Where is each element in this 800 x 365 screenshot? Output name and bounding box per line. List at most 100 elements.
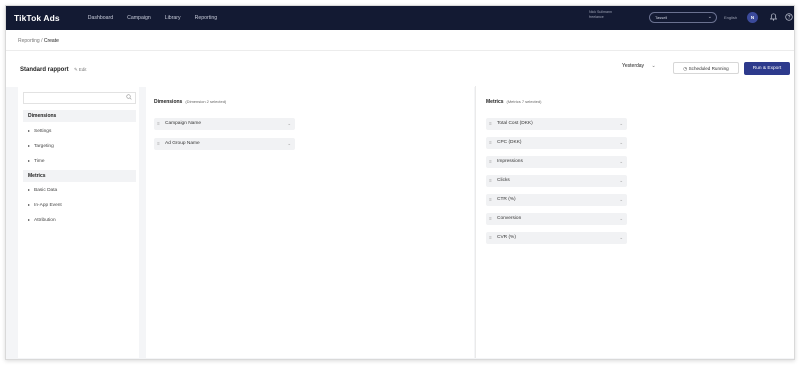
dimension-chip-label: Campaign Name xyxy=(165,121,201,126)
chevron-down-icon[interactable]: ⌄ xyxy=(619,175,623,187)
sidebar-item-label: In-App Event xyxy=(34,203,62,208)
metrics-panel-heading: Metrics xyxy=(486,99,504,105)
metric-chip[interactable]: ≡ CTR (%) ⌄ xyxy=(486,194,627,206)
chevron-down-icon[interactable]: ⌄ xyxy=(619,156,623,168)
metrics-count: (Metrics 7 selected) xyxy=(506,99,542,104)
caret-right-icon: ▸ xyxy=(28,202,31,207)
sidebar-item-targeting[interactable]: ▸ Targeting xyxy=(28,143,54,149)
metric-chip[interactable]: ≡ CPC (DKK) ⌄ xyxy=(486,137,627,149)
drag-handle-icon[interactable]: ≡ xyxy=(157,138,160,150)
metrics-panel: Metrics (Metrics 7 selected) ≡ Total Cost … xyxy=(475,86,794,358)
dimensions-panel-title: Dimensions (Dimension 2 selected) xyxy=(154,99,226,105)
drag-handle-icon[interactable]: ≡ xyxy=(489,137,492,149)
chevron-down-icon[interactable]: ⌄ xyxy=(619,137,623,149)
dimensions-heading: Dimensions xyxy=(23,110,136,122)
drag-handle-icon[interactable]: ≡ xyxy=(489,232,492,244)
sidebar-item-label: Targeting xyxy=(34,144,54,149)
account-selector[interactable]: Tassell ⌄ xyxy=(649,12,717,23)
chevron-down-icon[interactable]: ⌄ xyxy=(287,118,291,130)
nav-link-library[interactable]: Library xyxy=(165,15,181,21)
caret-right-icon: ▸ xyxy=(28,143,31,148)
nav-link-campaign[interactable]: Campaign xyxy=(127,15,151,21)
chevron-down-icon: ⌄ xyxy=(651,63,656,69)
date-range-selector[interactable]: Yesterday ⌄ xyxy=(622,63,656,69)
dimension-chip[interactable]: ≡ Campaign Name ⌄ xyxy=(154,118,295,130)
drag-handle-icon[interactable]: ≡ xyxy=(489,156,492,168)
sidebar-item-time[interactable]: ▸ Time xyxy=(28,158,45,164)
field-search-input[interactable] xyxy=(23,92,136,104)
breadcrumb-separator: / xyxy=(41,38,43,44)
metric-chip[interactable]: ≡ Impressions ⌄ xyxy=(486,156,627,168)
dimension-chip[interactable]: ≡ Ad Group Name ⌄ xyxy=(154,138,295,150)
bell-icon[interactable] xyxy=(769,13,778,25)
chevron-down-icon[interactable]: ⌄ xyxy=(619,232,623,244)
sidebar-item-settings[interactable]: ▸ Settings xyxy=(28,128,51,134)
edit-title-button[interactable]: ✎ Edit xyxy=(74,67,87,73)
date-range-value: Yesterday xyxy=(622,63,645,69)
dimension-chip-label: Ad Group Name xyxy=(165,141,200,146)
breadcrumb-reporting[interactable]: Reporting xyxy=(18,38,40,44)
drag-handle-icon[interactable]: ≡ xyxy=(489,194,492,206)
dimensions-panel: Dimensions (Dimension 2 selected) ≡ Campa… xyxy=(146,86,474,358)
sidebar-item-in-app-event[interactable]: ▸ In-App Event xyxy=(28,202,62,208)
metric-chip-label: CPC (DKK) xyxy=(497,140,522,145)
drag-handle-icon[interactable]: ≡ xyxy=(489,213,492,225)
account-selector-value: Tassell xyxy=(655,15,668,20)
report-header: Standard rapport ✎ Edit Yesterday ⌄ ◷ Sc… xyxy=(6,51,794,87)
metric-chip[interactable]: ≡ CVR (%) ⌄ xyxy=(486,232,627,244)
scheduled-running-label: Scheduled Running xyxy=(688,66,729,71)
metric-chip-label: Impressions xyxy=(497,159,523,164)
top-navigation: TikTok Ads Dashboard Campaign Library Re… xyxy=(6,6,794,30)
metric-chip[interactable]: ≡ Conversion ⌄ xyxy=(486,213,627,225)
sidebar-item-label: Attribution xyxy=(34,218,56,223)
chevron-down-icon: ⌄ xyxy=(707,14,712,20)
tiktok-ads-logo[interactable]: TikTok Ads xyxy=(14,13,60,23)
avatar[interactable]: N xyxy=(747,12,758,23)
caret-right-icon: ▸ xyxy=(28,158,31,163)
chevron-down-icon[interactable]: ⌄ xyxy=(619,213,623,225)
field-sidebar: Dimensions ▸ Settings ▸ Targeting ▸ Time Me… xyxy=(18,86,139,358)
pencil-icon: ✎ xyxy=(74,67,78,72)
metric-chip-label: Conversion xyxy=(497,216,522,221)
nav-links: Dashboard Campaign Library Reporting xyxy=(88,15,231,21)
app-window: TikTok Ads Dashboard Campaign Library Re… xyxy=(5,5,795,360)
drag-handle-icon[interactable]: ≡ xyxy=(489,175,492,187)
caret-right-icon: ▸ xyxy=(28,187,31,192)
chevron-down-icon[interactable]: ⌄ xyxy=(619,118,623,130)
drag-handle-icon[interactable]: ≡ xyxy=(157,118,160,130)
metric-chip-label: CTR (%) xyxy=(497,197,516,202)
scheduled-running-button[interactable]: ◷ Scheduled Running xyxy=(673,62,739,74)
help-icon[interactable] xyxy=(785,13,793,25)
chevron-down-icon[interactable]: ⌄ xyxy=(619,194,623,206)
sidebar-item-basic-data[interactable]: ▸ Basic Data xyxy=(28,187,57,193)
metric-chip[interactable]: ≡ Total Cost (DKK) ⌄ xyxy=(486,118,627,130)
account-subtitle: freelance xyxy=(589,15,604,19)
nav-link-reporting[interactable]: Reporting xyxy=(195,15,218,21)
breadcrumb-bar: Reporting / Create xyxy=(6,30,794,51)
caret-right-icon: ▸ xyxy=(28,217,31,222)
language-selector[interactable]: English xyxy=(724,15,737,20)
drag-handle-icon[interactable]: ≡ xyxy=(489,118,492,130)
dimensions-panel-heading: Dimensions xyxy=(154,99,183,105)
nav-link-dashboard[interactable]: Dashboard xyxy=(88,15,113,21)
breadcrumb-current: Create xyxy=(43,38,59,44)
sidebar-item-label: Settings xyxy=(34,129,52,134)
search-icon xyxy=(126,94,132,102)
metric-chip-label: Clicks xyxy=(497,178,510,183)
metric-chip-label: Total Cost (DKK) xyxy=(497,121,533,126)
metrics-heading: Metrics xyxy=(23,170,136,182)
metrics-panel-title: Metrics (Metrics 7 selected) xyxy=(486,99,541,105)
sidebar-item-label: Time xyxy=(34,159,45,164)
clock-icon: ◷ xyxy=(683,66,688,71)
account-info: Nick Sullmann freelance xyxy=(589,10,612,20)
dimensions-count: (Dimension 2 selected) xyxy=(185,99,227,104)
sidebar-item-label: Basic Data xyxy=(34,188,58,193)
caret-right-icon: ▸ xyxy=(28,128,31,133)
chevron-down-icon[interactable]: ⌄ xyxy=(287,138,291,150)
metric-chip-label: CVR (%) xyxy=(497,235,516,240)
report-title: Standard rapport xyxy=(20,67,69,73)
run-export-button[interactable]: Run & Export xyxy=(744,62,790,75)
metric-chip[interactable]: ≡ Clicks ⌄ xyxy=(486,175,627,187)
sidebar-item-attribution[interactable]: ▸ Attribution xyxy=(28,217,56,223)
breadcrumb: Reporting / Create xyxy=(18,38,59,44)
